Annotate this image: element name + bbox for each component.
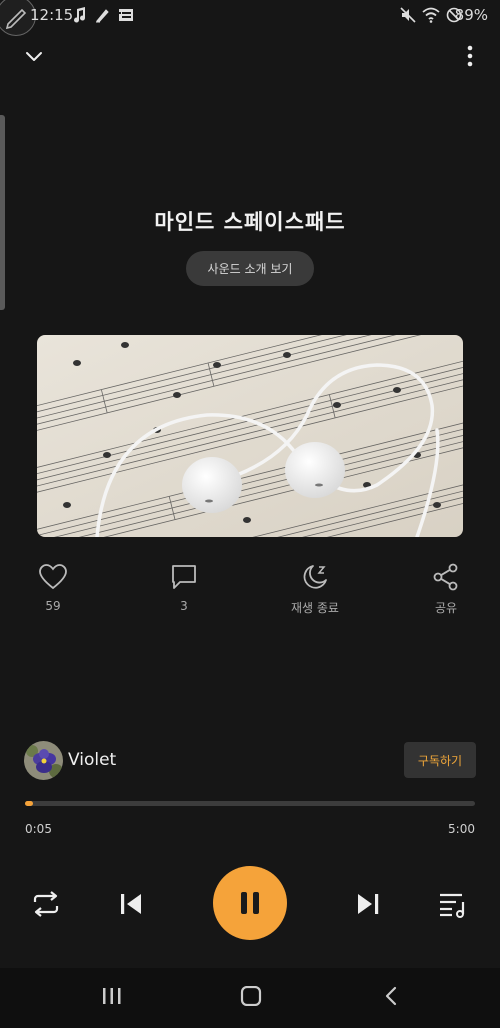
pause-icon: [241, 892, 259, 914]
moon-sleep-icon: [303, 565, 327, 589]
track-title: 마인드 스페이스패드: [154, 210, 346, 234]
app-notification-icon: [119, 9, 133, 21]
comment-button[interactable]: 3: [139, 563, 229, 613]
next-button[interactable]: [354, 890, 382, 922]
elapsed-time: 0:05: [25, 822, 52, 836]
recent-apps-button[interactable]: [101, 986, 123, 1010]
skip-previous-icon: [121, 894, 141, 914]
player-screen: 12:15 89% 마인드 스페이스패드 사운드 소개 보기 59 3 재생 종…: [0, 0, 500, 1028]
like-count: 59: [45, 599, 61, 613]
share-icon: [433, 563, 458, 591]
wifi-icon: [422, 7, 440, 23]
artist-row: Violet 구독하기: [24, 741, 476, 781]
artist-name[interactable]: Violet: [68, 750, 116, 770]
progress-bar[interactable]: [25, 801, 475, 806]
previous-button[interactable]: [117, 890, 145, 922]
queue-button[interactable]: [438, 890, 468, 922]
comment-count: 3: [180, 599, 188, 613]
sleep-timer-button[interactable]: 재생 종료: [270, 563, 360, 616]
battery-level: 89%: [454, 6, 488, 24]
collapse-button[interactable]: [22, 44, 46, 72]
repeat-icon: [33, 891, 59, 917]
system-navigation-bar: [0, 968, 500, 1028]
sound-intro-button[interactable]: 사운드 소개 보기: [186, 251, 314, 286]
playback-controls: [0, 866, 500, 942]
status-time: 12:15: [30, 6, 74, 24]
recent-apps-icon: [103, 988, 121, 1004]
more-options-button[interactable]: [466, 44, 474, 72]
subscribe-button[interactable]: 구독하기: [404, 742, 476, 778]
heart-icon: [39, 564, 67, 590]
sleep-timer-label: 재생 종료: [291, 601, 339, 615]
progress-fill: [25, 801, 33, 806]
home-button[interactable]: [240, 985, 262, 1010]
action-row: 59 3 재생 종료 공유: [0, 563, 500, 623]
cover-image: [37, 335, 463, 537]
status-bar: 12:15 89%: [0, 0, 500, 36]
home-icon: [240, 985, 262, 1007]
music-note-icon: [74, 7, 86, 23]
playlist-icon: [440, 893, 465, 918]
back-chevron-icon: [385, 986, 397, 1006]
back-button[interactable]: [381, 986, 403, 1010]
chevron-down-icon: [26, 52, 42, 61]
skip-next-icon: [358, 894, 379, 914]
mute-icon: [400, 7, 416, 23]
like-button[interactable]: 59: [8, 563, 98, 613]
pause-button[interactable]: [213, 866, 287, 940]
artist-avatar[interactable]: [24, 741, 63, 780]
more-vertical-icon: [467, 45, 473, 67]
pen-notification-icon: [96, 9, 109, 23]
share-label: 공유: [434, 601, 458, 615]
total-time: 5:00: [448, 822, 475, 836]
repeat-button[interactable]: [31, 890, 61, 922]
comment-icon: [172, 565, 196, 589]
share-button[interactable]: 공유: [401, 563, 491, 616]
